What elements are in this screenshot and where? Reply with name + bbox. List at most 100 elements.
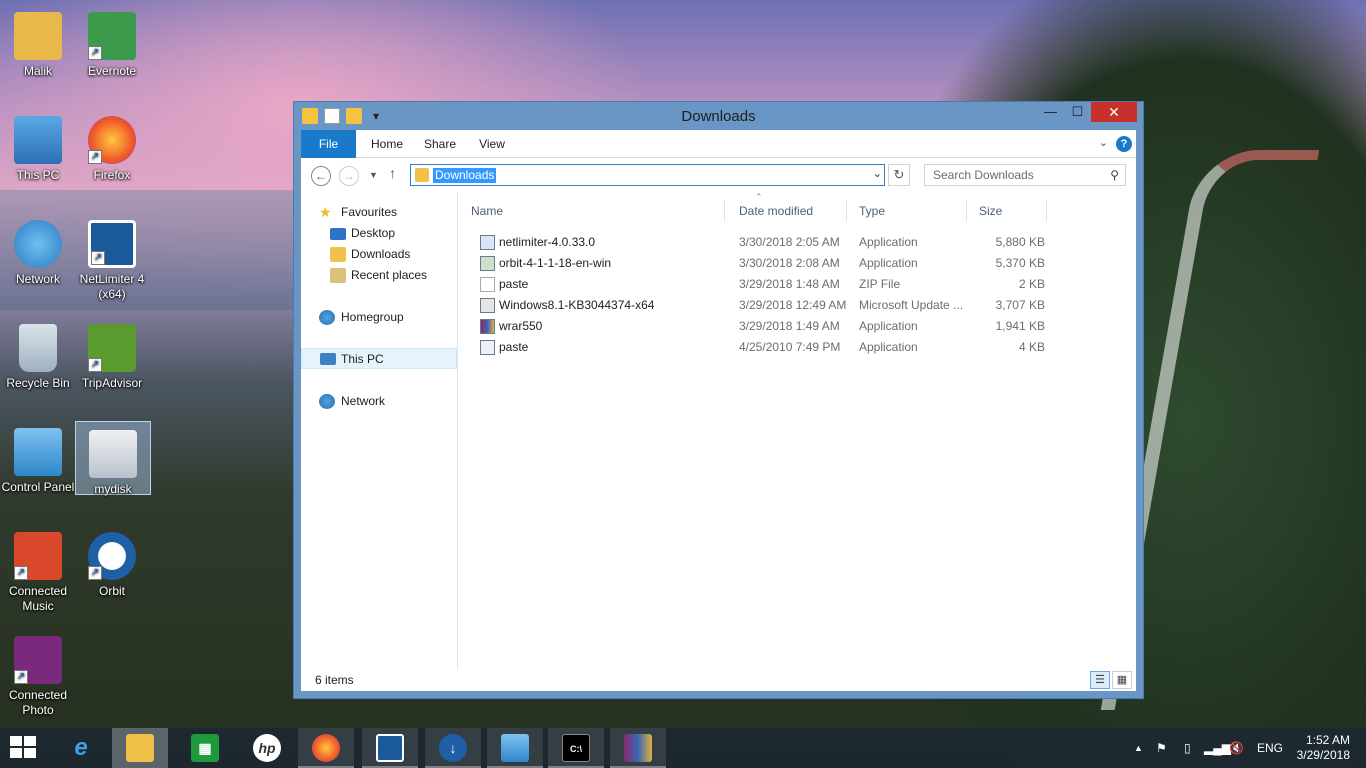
desktop-icon-control-panel[interactable]: Control Panel bbox=[0, 420, 76, 495]
application-icon bbox=[480, 340, 495, 355]
nav-network[interactable]: Network bbox=[301, 391, 457, 412]
details-view-icon[interactable]: ☰ bbox=[1090, 671, 1110, 689]
taskbar-netlimiter[interactable] bbox=[362, 728, 418, 768]
file-date: 3/29/2018 12:49 AM bbox=[739, 298, 847, 312]
nav-desktop[interactable]: Desktop bbox=[301, 223, 457, 244]
show-hidden-icons-icon[interactable]: ▲ bbox=[1134, 728, 1143, 768]
zip-file-icon bbox=[480, 277, 495, 292]
desktop-icon-mydisk[interactable]: mydisk bbox=[75, 421, 151, 496]
search-icon[interactable]: ⚲ bbox=[1110, 168, 1119, 182]
tab-share[interactable]: Share bbox=[415, 130, 465, 158]
column-header-date[interactable]: Date modified bbox=[727, 200, 847, 222]
address-text[interactable]: Downloads bbox=[433, 168, 497, 183]
input-language[interactable]: ENG bbox=[1257, 728, 1283, 768]
address-bar[interactable]: Downloads ⌄ bbox=[410, 164, 885, 186]
clock-time: 1:52 AM bbox=[1305, 733, 1350, 747]
file-row[interactable]: Windows8.1-KB3044374-x64 3/29/2018 12:49… bbox=[471, 295, 1051, 316]
desktop-icon-malik[interactable]: Malik bbox=[0, 4, 76, 79]
close-button[interactable]: ✕ bbox=[1091, 102, 1137, 122]
taskbar-file-explorer[interactable] bbox=[112, 728, 168, 768]
desktop-icon-this-pc[interactable]: This PC bbox=[0, 108, 76, 183]
file-type: Microsoft Update ... bbox=[859, 298, 964, 312]
search-input[interactable] bbox=[933, 168, 1103, 182]
file-size: 5,880 KB bbox=[995, 235, 1045, 249]
recycle-bin-icon bbox=[19, 324, 57, 372]
taskbar-firefox[interactable] bbox=[298, 728, 354, 768]
desktop-icon-label: mydisk bbox=[94, 482, 132, 496]
nav-this-pc[interactable]: This PC bbox=[301, 348, 457, 369]
file-row[interactable]: netlimiter-4.0.33.0 3/30/2018 2:05 AM Ap… bbox=[471, 232, 1051, 253]
nav-recent-places[interactable]: Recent places bbox=[301, 265, 457, 286]
desktop-icon-recycle-bin[interactable]: Recycle Bin bbox=[0, 316, 76, 391]
desktop-icon-network[interactable]: Network bbox=[0, 212, 76, 287]
windows-logo-icon bbox=[24, 748, 36, 758]
tab-file[interactable]: File bbox=[301, 130, 356, 158]
desktop-icon-connected-music[interactable]: ↗ Connected Music bbox=[0, 524, 76, 614]
nav-downloads[interactable]: Downloads bbox=[301, 244, 457, 265]
taskbar-winrar[interactable] bbox=[610, 728, 666, 768]
start-button[interactable] bbox=[10, 736, 38, 760]
file-type: Application bbox=[859, 256, 918, 270]
large-icons-view-icon[interactable]: ▦ bbox=[1112, 671, 1132, 689]
forward-button[interactable]: → bbox=[339, 166, 359, 186]
tripadvisor-icon: ↗ bbox=[88, 324, 136, 372]
column-label: Size bbox=[979, 204, 1003, 218]
address-dropdown-icon[interactable]: ⌄ bbox=[873, 167, 882, 180]
user-folder-icon bbox=[14, 12, 62, 60]
signal-icon[interactable]: ▂▄▆ bbox=[1204, 728, 1231, 768]
back-button[interactable]: ← bbox=[311, 166, 331, 186]
taskbar-store[interactable]: ▦ bbox=[177, 728, 233, 768]
file-row[interactable]: wrar550 3/29/2018 1:49 AM Application 1,… bbox=[471, 316, 1051, 337]
battery-icon[interactable]: ▯ bbox=[1184, 728, 1191, 768]
clock[interactable]: 1:52 AM 3/29/2018 bbox=[1297, 733, 1350, 763]
windows-logo-icon bbox=[10, 748, 22, 758]
minimize-button[interactable]: — bbox=[1037, 102, 1064, 122]
desktop-icon-label: Firefox bbox=[93, 168, 131, 182]
desktop-icon-evernote[interactable]: ↗ Evernote bbox=[74, 4, 150, 79]
desktop-icon-connected-photo[interactable]: ↗ Connected Photo bbox=[0, 628, 76, 718]
nav-label: Favourites bbox=[341, 205, 398, 219]
recent-places-icon bbox=[330, 268, 346, 283]
recent-locations-icon[interactable]: ▼ bbox=[369, 170, 378, 180]
refresh-button[interactable]: ↻ bbox=[888, 164, 910, 186]
desktop-icon-label: Malik bbox=[23, 64, 52, 78]
desktop-icon-label: This PC bbox=[16, 168, 60, 182]
file-type: Application bbox=[859, 319, 918, 333]
taskbar-command-prompt[interactable]: C:\ bbox=[548, 728, 604, 768]
navigation-pane: ★ Favourites Desktop Downloads Recent pl… bbox=[301, 192, 458, 669]
taskbar-control-panel[interactable] bbox=[487, 728, 543, 768]
help-icon[interactable]: ? bbox=[1116, 136, 1132, 152]
taskbar-hp[interactable]: hp bbox=[239, 728, 295, 768]
title-bar[interactable]: ▾ Downloads — ☐ ✕ bbox=[294, 102, 1143, 130]
file-row[interactable]: paste 4/25/2010 7:49 PM Application 4 KB bbox=[471, 337, 1051, 358]
search-box[interactable]: ⚲ bbox=[924, 164, 1126, 186]
update-package-icon bbox=[480, 298, 495, 313]
up-button[interactable]: ↑ bbox=[389, 165, 396, 181]
maximize-button[interactable]: ☐ bbox=[1064, 102, 1091, 122]
file-name: wrar550 bbox=[499, 319, 543, 333]
expand-ribbon-icon[interactable]: ⌄ bbox=[1099, 136, 1108, 149]
ribbon-tabs: File Home Share View ⌄ ? bbox=[301, 130, 1136, 158]
tab-home[interactable]: Home bbox=[363, 130, 411, 158]
column-header-size[interactable]: Size bbox=[967, 200, 1047, 222]
file-row[interactable]: paste 3/29/2018 1:48 AM ZIP File 2 KB bbox=[471, 274, 1051, 295]
nav-homegroup[interactable]: Homegroup bbox=[301, 307, 457, 328]
taskbar-orbit[interactable]: ↓ bbox=[425, 728, 481, 768]
desktop-icon-label: Recycle Bin bbox=[6, 376, 70, 390]
network-icon bbox=[319, 394, 335, 409]
volume-muted-icon[interactable]: 🔇 bbox=[1229, 728, 1244, 768]
action-center-flag-icon[interactable]: ⚑ bbox=[1156, 728, 1167, 768]
taskbar-internet-explorer[interactable]: e bbox=[53, 728, 109, 768]
file-name: Windows8.1-KB3044374-x64 bbox=[499, 298, 655, 312]
desktop-icon-netlimiter[interactable]: ↗ NetLimiter 4 (x64) bbox=[74, 212, 150, 302]
explorer-window: ▾ Downloads — ☐ ✕ File Home Share View ⌄… bbox=[293, 101, 1144, 699]
tab-view[interactable]: View bbox=[471, 130, 513, 158]
desktop-icon-orbit[interactable]: ↗ Orbit bbox=[74, 524, 150, 599]
desktop-icon-tripadvisor[interactable]: ↗ TripAdvisor bbox=[74, 316, 150, 391]
file-date: 3/30/2018 2:08 AM bbox=[739, 256, 840, 270]
file-row[interactable]: orbit-4-1-1-18-en-win 3/30/2018 2:08 AM … bbox=[471, 253, 1051, 274]
column-header-type[interactable]: Type bbox=[847, 200, 967, 222]
column-header-name[interactable]: Name bbox=[459, 200, 725, 222]
desktop-icon-firefox[interactable]: ↗ Firefox bbox=[74, 108, 150, 183]
nav-favourites[interactable]: ★ Favourites bbox=[301, 202, 457, 223]
